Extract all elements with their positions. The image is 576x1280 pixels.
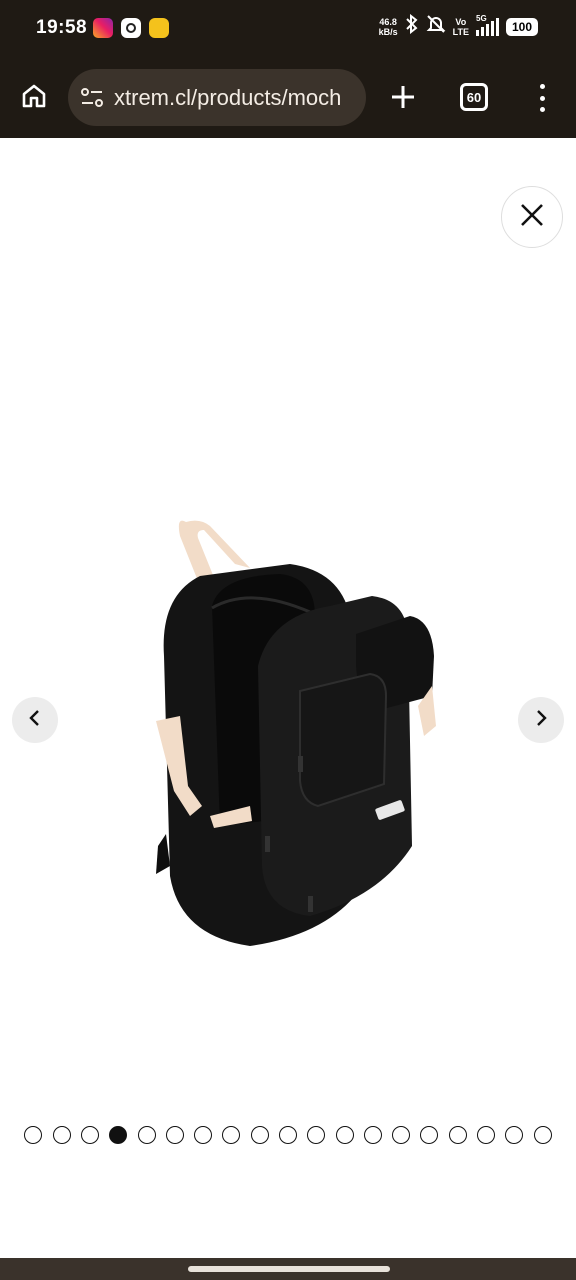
close-gallery-button[interactable]	[501, 186, 563, 248]
pagination-dot[interactable]	[250, 1126, 269, 1144]
volte-indicator: Vo LTE	[453, 17, 469, 37]
pagination-dot[interactable]	[137, 1126, 156, 1144]
status-bar: 19:58 46.8 kB/s Vo LTE 5G 100	[0, 0, 576, 58]
gallery-pagination	[0, 1126, 576, 1144]
battery-indicator: 100	[506, 17, 538, 36]
pagination-dot[interactable]	[477, 1126, 496, 1144]
pagination-dot[interactable]	[307, 1126, 326, 1144]
bluetooth-icon	[405, 13, 419, 39]
pagination-dot[interactable]	[335, 1126, 354, 1144]
gesture-navigation-bar	[0, 1258, 576, 1280]
product-gallery-lightbox	[0, 138, 576, 1258]
pagination-dot[interactable]	[533, 1126, 552, 1144]
network-type: 5G	[476, 13, 487, 23]
tab-switcher-button[interactable]: 60	[460, 83, 488, 111]
volte-top: Vo	[455, 16, 467, 27]
pagination-dot[interactable]	[505, 1126, 524, 1144]
more-menu-button[interactable]	[530, 80, 554, 116]
address-bar[interactable]: xtrem.cl/products/moch	[68, 69, 366, 126]
pagination-dot[interactable]	[24, 1126, 43, 1144]
previous-image-button[interactable]	[12, 697, 58, 743]
pagination-dot[interactable]	[52, 1126, 71, 1144]
home-gesture-handle[interactable]	[188, 1266, 390, 1272]
pagination-dot[interactable]	[420, 1126, 439, 1144]
pagination-dot[interactable]	[279, 1126, 297, 1144]
tab-count: 60	[466, 89, 482, 105]
site-settings-icon[interactable]	[80, 87, 104, 109]
pagination-dot[interactable]	[194, 1126, 213, 1144]
pagination-dot[interactable]	[392, 1126, 411, 1144]
notification-icons	[93, 18, 169, 38]
network-speed-unit: kB/s	[378, 26, 398, 37]
home-button[interactable]	[14, 78, 54, 118]
network-speed-value: 46.8	[379, 16, 397, 27]
pagination-dot[interactable]	[222, 1126, 241, 1144]
home-icon	[20, 82, 48, 115]
chevron-right-icon	[534, 709, 548, 732]
signal-icon: 5G	[476, 14, 499, 36]
instagram-icon	[93, 18, 113, 38]
silent-bell-icon	[426, 14, 446, 39]
status-time: 19:58	[36, 17, 88, 38]
new-tab-button[interactable]	[386, 80, 420, 114]
chatgpt-icon	[121, 18, 141, 38]
pagination-dot[interactable]	[80, 1126, 99, 1144]
volte-bottom: LTE	[452, 26, 469, 37]
pagination-dot[interactable]	[448, 1126, 467, 1144]
app-icon	[149, 18, 169, 38]
url-text[interactable]: xtrem.cl/products/moch	[114, 85, 364, 111]
next-image-button[interactable]	[518, 697, 564, 743]
backpack-product-image[interactable]	[140, 516, 450, 956]
close-icon	[519, 202, 545, 233]
new-tab-icon	[386, 86, 420, 118]
pagination-dot[interactable]	[363, 1126, 382, 1144]
browser-toolbar: xtrem.cl/products/moch 60	[0, 58, 576, 138]
pagination-dot[interactable]	[109, 1126, 128, 1144]
system-icons: 46.8 kB/s Vo LTE 5G 100	[379, 14, 538, 39]
chevron-left-icon	[28, 709, 42, 732]
pagination-dot[interactable]	[165, 1126, 184, 1144]
network-speed: 46.8 kB/s	[379, 17, 398, 37]
